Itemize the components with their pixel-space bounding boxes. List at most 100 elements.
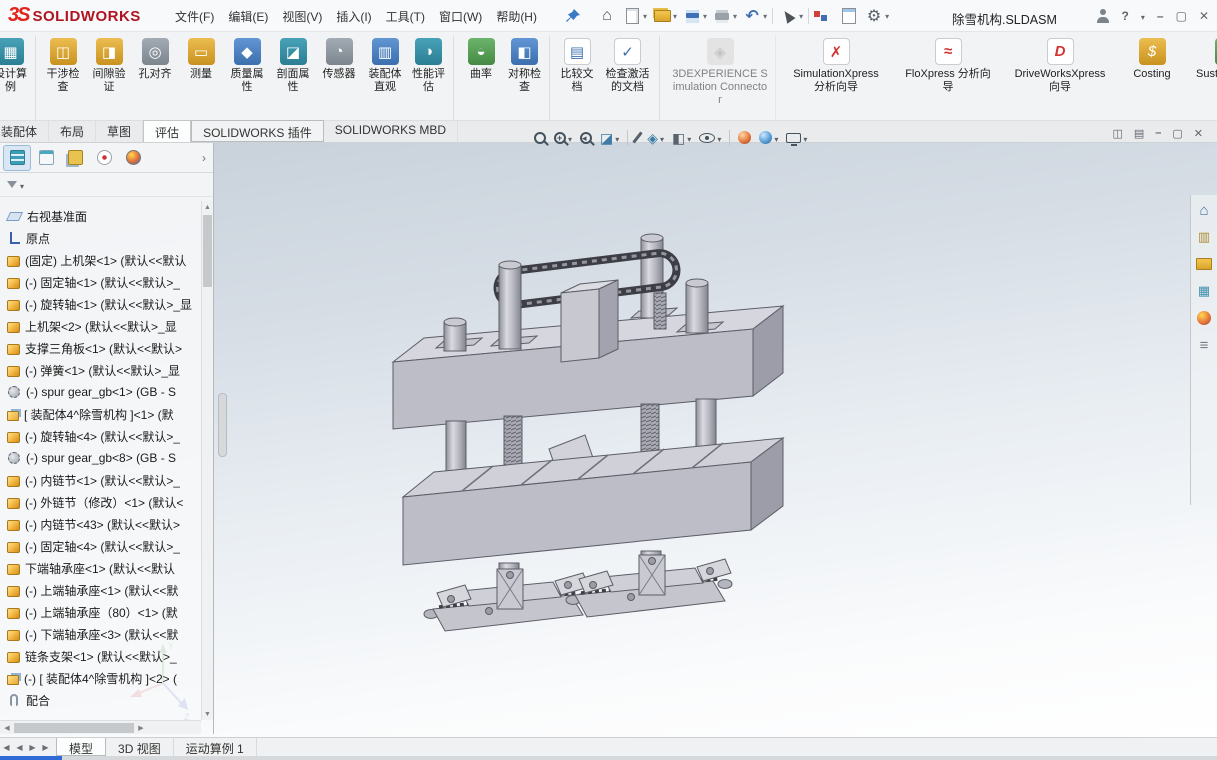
menu-item[interactable]: 帮助(H) bbox=[489, 8, 544, 25]
design-study-tool[interactable]: ▦ 设计算例 bbox=[0, 36, 36, 120]
filter-icon[interactable] bbox=[7, 181, 17, 188]
view-orientation-icon[interactable]: ◈ bbox=[647, 131, 664, 145]
scroll-left-icon[interactable]: ◀ bbox=[0, 724, 14, 732]
tree-item-component[interactable]: (-) 固定轴<4> (默认<<默认>_ bbox=[0, 535, 201, 557]
restore-window-icon[interactable] bbox=[1176, 9, 1187, 23]
tab-3d-views[interactable]: 3D 视图 bbox=[106, 738, 174, 756]
tab-motion-study-1[interactable]: 运动算例 1 bbox=[174, 738, 257, 756]
measure-tool[interactable]: ▭ 测量 bbox=[178, 36, 224, 120]
menu-item[interactable]: 编辑(E) bbox=[221, 8, 275, 25]
tab-layout[interactable]: 布局 bbox=[49, 120, 97, 142]
interference-detection-tool[interactable]: ◫ 干涉检查 bbox=[40, 36, 86, 120]
tree-item-component[interactable]: (-) 内链节<43> (默认<<默认> bbox=[0, 513, 201, 535]
pane-right-icon[interactable] bbox=[1134, 127, 1144, 140]
mass-properties-tool[interactable]: ◆ 质量属性 bbox=[224, 36, 270, 120]
tab-model[interactable]: 模型 bbox=[56, 738, 107, 756]
annotation-views-icon[interactable] bbox=[632, 131, 643, 144]
design-library-icon[interactable] bbox=[1195, 228, 1213, 246]
tree-item-subassembly[interactable]: [ 装配体4^除雪机构 ]<1> (默 bbox=[0, 403, 201, 425]
select-icon[interactable] bbox=[777, 4, 804, 28]
feature-manager-tab[interactable] bbox=[3, 144, 31, 171]
minimize-window-icon[interactable] bbox=[1157, 9, 1164, 23]
document-restore-icon[interactable] bbox=[1172, 127, 1182, 140]
view-palette-icon[interactable] bbox=[1195, 282, 1213, 300]
menu-item[interactable]: 文件(F) bbox=[168, 8, 221, 25]
3dexperience-simulation-connector[interactable]: ◈ 3DEXPERIENCE Simulation Connector bbox=[664, 36, 776, 120]
save-icon[interactable] bbox=[681, 4, 708, 28]
panel-expand-icon[interactable] bbox=[199, 151, 209, 165]
tree-item-component[interactable]: (-) 弹簧<1> (默认<<默认>_显 bbox=[0, 359, 201, 381]
tree-item-component[interactable]: (-) spur gear_gb<1> (GB - S bbox=[0, 381, 201, 403]
hole-alignment-tool[interactable]: ◎ 孔对齐 bbox=[132, 36, 178, 120]
scrollbar-thumb[interactable] bbox=[203, 215, 212, 287]
home-icon[interactable] bbox=[596, 4, 618, 28]
tab-solidworks-mbd[interactable]: SOLIDWORKS MBD bbox=[324, 120, 459, 142]
section-properties-tool[interactable]: ◪ 剖面属性 bbox=[270, 36, 316, 120]
rebuild-icon[interactable] bbox=[813, 4, 835, 28]
tree-vertical-scrollbar[interactable]: ▲ ▼ bbox=[201, 201, 213, 720]
dimxpert-manager-tab[interactable] bbox=[91, 146, 117, 170]
view-settings-icon[interactable] bbox=[786, 131, 807, 146]
previous-view-icon[interactable] bbox=[580, 131, 593, 144]
pin-menu-icon[interactable] bbox=[565, 8, 581, 24]
tab-solidworks-addins[interactable]: SOLIDWORKS 插件 bbox=[191, 120, 324, 142]
separator[interactable] bbox=[807, 4, 810, 28]
tree-item-component[interactable]: (-) spur gear_gb<8> (GB - S bbox=[0, 447, 201, 469]
driveworksxpress-wizard[interactable]: D DriveWorksXpress 向导 bbox=[1004, 36, 1116, 120]
options-icon[interactable] bbox=[863, 4, 890, 28]
pane-left-icon[interactable] bbox=[1112, 127, 1122, 140]
display-manager-tab[interactable] bbox=[120, 146, 146, 170]
scroll-first-icon[interactable]: ◀ bbox=[0, 743, 13, 752]
sustainability-tool[interactable]: ♻ Sustainability bbox=[1188, 36, 1217, 120]
tree-item-subassembly[interactable]: (-) [ 装配体4^除雪机构 ]<2> ( bbox=[0, 667, 201, 689]
scroll-right-icon[interactable]: ▶ bbox=[134, 724, 148, 732]
new-document-icon[interactable] bbox=[621, 4, 648, 28]
appearances-icon[interactable] bbox=[1195, 309, 1213, 327]
menu-item[interactable]: 窗口(W) bbox=[432, 8, 489, 25]
print-icon[interactable] bbox=[711, 4, 738, 28]
tree-item-component[interactable]: 支撑三角板<1> (默认<<默认> bbox=[0, 337, 201, 359]
menu-item[interactable]: 视图(V) bbox=[275, 8, 329, 25]
file-explorer-icon[interactable] bbox=[1195, 255, 1213, 273]
custom-properties-icon[interactable] bbox=[1195, 336, 1213, 354]
edit-appearance-icon[interactable] bbox=[738, 131, 752, 144]
curvature-tool[interactable]: ◒ 曲率 bbox=[458, 36, 504, 120]
sensor-tool[interactable]: ◔ 传感器 bbox=[316, 36, 362, 120]
hide-show-items-icon[interactable] bbox=[699, 131, 721, 145]
tree-item-component[interactable]: (-) 上端轴承座（80）<1> (默 bbox=[0, 601, 201, 623]
separator[interactable] bbox=[771, 4, 774, 28]
tree-item-component[interactable]: (-) 内链节<1> (默认<<默认>_ bbox=[0, 469, 201, 491]
tree-item-component[interactable]: 上机架<2> (默认<<默认>_显 bbox=[0, 315, 201, 337]
document-minimize-icon[interactable] bbox=[1155, 127, 1161, 140]
tree-item-component[interactable]: (-) 上端轴承座<1> (默认<<默 bbox=[0, 579, 201, 601]
apply-scene-icon[interactable] bbox=[759, 131, 778, 145]
menu-item[interactable]: 插入(I) bbox=[329, 8, 378, 25]
tree-item-component[interactable]: (固定) 上机架<1> (默认<<默认 bbox=[0, 249, 201, 271]
scroll-up-icon[interactable]: ▲ bbox=[202, 201, 213, 213]
scroll-next-icon[interactable]: ▶ bbox=[26, 743, 39, 752]
zoom-area-icon[interactable] bbox=[554, 131, 572, 145]
property-manager-tab[interactable] bbox=[33, 146, 59, 170]
tree-item-component[interactable]: (-) 旋转轴<1> (默认<<默认>_显 bbox=[0, 293, 201, 315]
tree-item-component[interactable]: (-) 固定轴<1> (默认<<默认>_ bbox=[0, 271, 201, 293]
tree-horizontal-scrollbar[interactable]: ◀ ▶ bbox=[0, 720, 201, 734]
tree-item-origin[interactable]: 原点 bbox=[0, 227, 201, 249]
performance-evaluation-tool[interactable]: ◑ 性能评估 bbox=[408, 36, 454, 120]
tree-item-component[interactable]: (-) 旋转轴<4> (默认<<默认>_ bbox=[0, 425, 201, 447]
tree-item-component[interactable]: 链条支架<1> (默认<<默认>_ bbox=[0, 645, 201, 667]
compare-documents-tool[interactable]: ▤ 比较文档 bbox=[554, 36, 600, 120]
resources-home-icon[interactable] bbox=[1195, 201, 1213, 219]
menu-item[interactable]: 工具(T) bbox=[379, 8, 432, 25]
tree-item-mates[interactable]: 配合 bbox=[0, 689, 201, 711]
costing-tool[interactable]: $ Costing bbox=[1116, 36, 1188, 120]
section-view-icon[interactable]: ◪ bbox=[600, 131, 619, 145]
assembly-visualization-tool[interactable]: ▥ 装配体直观 bbox=[362, 36, 408, 120]
scrollbar-thumb[interactable] bbox=[14, 722, 134, 733]
panel-splitter-handle[interactable] bbox=[218, 393, 227, 457]
open-icon[interactable] bbox=[651, 4, 678, 28]
symmetry-check-tool[interactable]: ◧ 对称检查 bbox=[504, 36, 550, 120]
scroll-down-icon[interactable]: ▼ bbox=[202, 708, 213, 720]
tree-item-component[interactable]: 下端轴承座<1> (默认<<默认 bbox=[0, 557, 201, 579]
help-dropdown-icon[interactable] bbox=[1141, 9, 1145, 23]
tab-sketch[interactable]: 草图 bbox=[96, 120, 144, 142]
